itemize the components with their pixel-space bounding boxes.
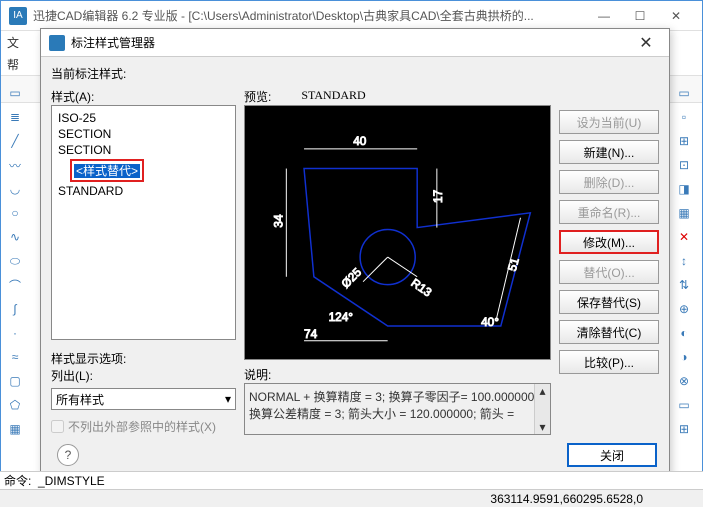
rtool-11-icon[interactable]: ⊗	[671, 370, 697, 392]
style-tree[interactable]: ISO-25 SECTION SECTION <样式替代> STANDARD	[51, 105, 236, 340]
rename-button[interactable]: 重命名(R)...	[559, 200, 659, 224]
menu-file[interactable]: 文	[7, 34, 19, 51]
app-icon: IA	[9, 7, 27, 25]
rtool-3-icon[interactable]: ⊡	[671, 154, 697, 176]
ext-ref-label: 不列出外部参照中的样式(X)	[68, 418, 216, 435]
compare-button[interactable]: 比较(P)...	[559, 350, 659, 374]
svg-text:34: 34	[271, 214, 285, 228]
window-title: 迅捷CAD编辑器 6.2 专业版 - [C:\Users\Administrat…	[33, 7, 586, 24]
description-box: NORMAL + 换算精度 = 3; 换算子零因子= 100.000000; 换…	[244, 383, 551, 435]
svg-text:40: 40	[353, 134, 367, 148]
modify-button[interactable]: 修改(M)...	[559, 230, 659, 254]
tool-line-icon[interactable]: ╱	[2, 130, 28, 152]
delete-button[interactable]: 删除(D)...	[559, 170, 659, 194]
tool-hatch-icon[interactable]: ▦	[2, 418, 28, 440]
maximize-button[interactable]: ☐	[622, 2, 658, 30]
tool-arc-icon[interactable]: ◡	[2, 178, 28, 200]
menu-help[interactable]: 帮	[7, 56, 19, 73]
tool-new-icon[interactable]: ▭	[2, 82, 28, 104]
svg-text:51: 51	[505, 256, 522, 272]
preview-label: 预览:	[244, 88, 271, 105]
dialog-title: 标注样式管理器	[71, 34, 631, 51]
preview-svg: 40 17 34 Ø25 R13 51 124° 40° 74	[245, 106, 550, 359]
svg-text:124°: 124°	[329, 310, 354, 324]
rtool-select-icon[interactable]: ▭	[671, 82, 697, 104]
rtool-9-icon[interactable]: ◐	[671, 322, 697, 344]
titlebar: IA 迅捷CAD编辑器 6.2 专业版 - [C:\Users\Administ…	[1, 1, 702, 31]
cmd-value: _DIMSTYLE	[38, 474, 105, 488]
tree-item-selected[interactable]: <样式替代>	[56, 158, 231, 183]
rtool-1-icon[interactable]: ▫	[671, 106, 697, 128]
svg-text:Ø25: Ø25	[338, 265, 364, 291]
list-value: 所有样式	[56, 391, 104, 408]
save-override-button[interactable]: 保存替代(S)	[559, 290, 659, 314]
override-button[interactable]: 替代(O)...	[559, 260, 659, 284]
rtool-delete-icon[interactable]: ✕	[671, 226, 697, 248]
svg-text:17: 17	[431, 190, 445, 203]
tool-point-icon[interactable]: ·	[2, 322, 28, 344]
desc-scrollbar[interactable]: ▴▾	[534, 384, 550, 434]
tool-ellipse-icon[interactable]: ⬭	[2, 250, 28, 272]
right-toolbar: ▭ ▫ ⊞ ⊡ ◨ ▦ ✕ ↕ ⇅ ⊕ ◐ ◑ ⊗ ▭ ⊞	[671, 82, 701, 440]
tool-rect-icon[interactable]: ▢	[2, 370, 28, 392]
tool-layers-icon[interactable]: ≣	[2, 106, 28, 128]
list-combo[interactable]: 所有样式 ▾	[51, 388, 236, 410]
preview-canvas: 40 17 34 Ø25 R13 51 124° 40° 74	[244, 105, 551, 360]
rtool-5-icon[interactable]: ▦	[671, 202, 697, 224]
set-current-button[interactable]: 设为当前(U)	[559, 110, 659, 134]
rtool-12-icon[interactable]: ▭	[671, 394, 697, 416]
left-toolbar: ▭ ≣ ╱ 〰 ◡ ○ ∿ ⬭ ⌒ ∫ · ≈ ▢ ⬠ ▦	[2, 82, 32, 440]
tool-spline-icon[interactable]: ∿	[2, 226, 28, 248]
tree-item[interactable]: SECTION	[56, 126, 231, 142]
rtool-4-icon[interactable]: ◨	[671, 178, 697, 200]
rtool-10-icon[interactable]: ◑	[671, 346, 697, 368]
display-options-label: 样式显示选项:	[51, 350, 236, 367]
cmd-label: 命令:	[4, 472, 31, 489]
dialog-close-icon[interactable]: ✕	[631, 33, 661, 53]
clear-override-button[interactable]: 清除替代(C)	[559, 320, 659, 344]
rtool-2-icon[interactable]: ⊞	[671, 130, 697, 152]
tool-curve-icon[interactable]: ⌒	[2, 274, 28, 296]
tree-item[interactable]: SECTION	[56, 142, 231, 158]
svg-text:40°: 40°	[481, 315, 499, 329]
rtool-7-icon[interactable]: ⇅	[671, 274, 697, 296]
tool-wave-icon[interactable]: ≈	[2, 346, 28, 368]
status-coords: 363114.9591,660295.6528,0	[490, 492, 643, 506]
dialog-titlebar: 标注样式管理器 ✕	[41, 29, 669, 57]
ext-ref-checkbox[interactable]: 不列出外部参照中的样式(X)	[51, 418, 236, 435]
svg-text:R13: R13	[409, 276, 435, 300]
dimstyle-dialog: 标注样式管理器 ✕ 当前标注样式: 样式(A): ISO-25 SECTION …	[40, 28, 670, 478]
description-text: NORMAL + 换算精度 = 3; 换算子零因子= 100.000000; 换…	[249, 390, 538, 421]
dialog-icon	[49, 35, 65, 51]
tree-item[interactable]: STANDARD	[56, 183, 231, 199]
help-icon[interactable]: ?	[57, 444, 79, 466]
status-bar: 363114.9591,660295.6528,0	[0, 489, 703, 507]
new-button[interactable]: 新建(N)...	[559, 140, 659, 164]
rtool-13-icon[interactable]: ⊞	[671, 418, 697, 440]
description-label: 说明:	[244, 366, 551, 383]
tool-bezier-icon[interactable]: ∫	[2, 298, 28, 320]
styles-label: 样式(A):	[51, 88, 236, 105]
list-label: 列出(L):	[51, 367, 236, 384]
rtool-8-icon[interactable]: ⊕	[671, 298, 697, 320]
current-style-label: 当前标注样式:	[51, 65, 659, 82]
tree-item[interactable]: ISO-25	[56, 110, 231, 126]
close-button[interactable]: 关闭	[567, 443, 657, 467]
ext-ref-chk-input[interactable]	[51, 420, 64, 433]
rtool-6-icon[interactable]: ↕	[671, 250, 697, 272]
chevron-down-icon: ▾	[225, 392, 231, 406]
tool-poly-icon[interactable]: ⬠	[2, 394, 28, 416]
minimize-button[interactable]: —	[586, 2, 622, 30]
svg-text:74: 74	[304, 327, 318, 341]
command-line[interactable]: 命令: _DIMSTYLE	[0, 471, 703, 489]
preview-name: STANDARD	[301, 88, 365, 105]
close-window-button[interactable]: ✕	[658, 2, 694, 30]
tool-polyline-icon[interactable]: 〰	[2, 154, 28, 176]
tool-circle-icon[interactable]: ○	[2, 202, 28, 224]
